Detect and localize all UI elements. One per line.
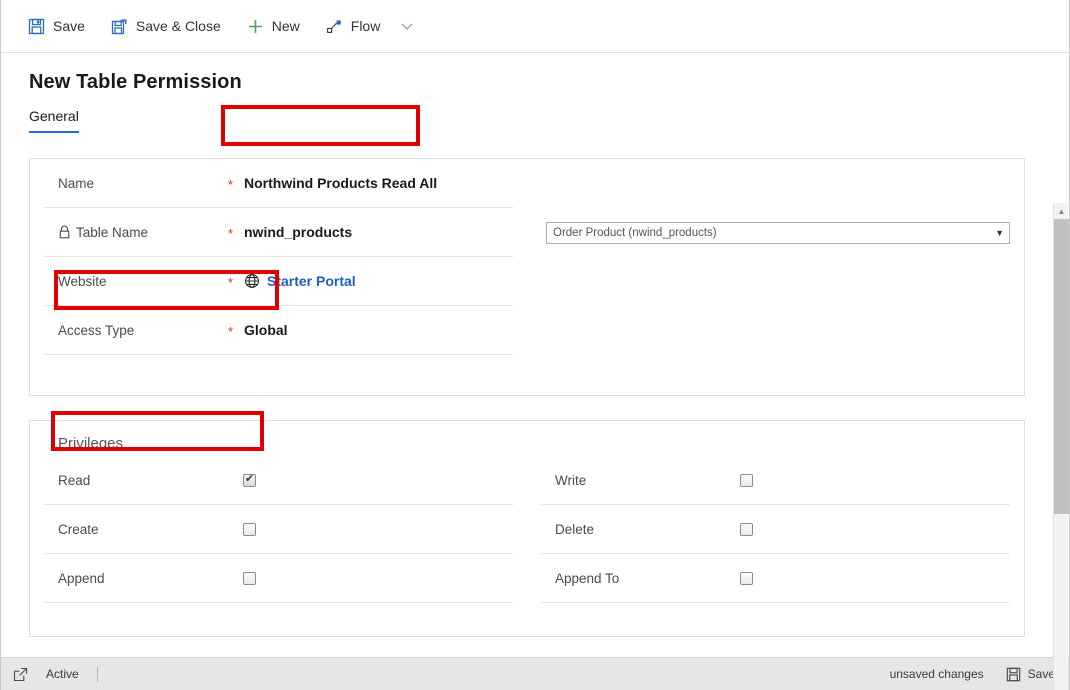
save-and-close-button-label: Save & Close bbox=[135, 17, 221, 34]
form-scroll-area: Name * Northwind Products Read All Table… bbox=[1, 158, 1069, 658]
unsaved-changes-label: unsaved changes bbox=[889, 667, 984, 681]
general-right-spacer-1 bbox=[541, 159, 1010, 208]
privilege-label-read: Read bbox=[58, 472, 91, 488]
privileges-section: Privileges Read ✔ Create Append Write De… bbox=[29, 420, 1025, 637]
form-page: New Table Permission General Name * Nort… bbox=[1, 53, 1069, 690]
page-title: New Table Permission bbox=[29, 71, 242, 93]
tab-general-label: General bbox=[29, 108, 79, 124]
new-button-label: New bbox=[271, 17, 300, 34]
field-label-table-name: Table Name bbox=[58, 225, 228, 240]
privilege-checkbox-append[interactable] bbox=[243, 571, 256, 585]
flow-button[interactable]: Flow bbox=[317, 10, 390, 42]
field-row-website: Website * Starter Portal bbox=[44, 257, 513, 306]
table-permission-form-window: Save Save & Close New Flow New Table Per… bbox=[0, 0, 1070, 690]
general-section-spacer bbox=[44, 355, 513, 404]
field-value-table-name-text: nwind_products bbox=[244, 224, 353, 240]
field-value-table-name[interactable]: nwind_products bbox=[244, 224, 352, 240]
privilege-row-create: Create bbox=[44, 505, 513, 554]
field-label-website: Website bbox=[58, 274, 228, 289]
field-row-access-type: Access Type * Global bbox=[44, 306, 513, 355]
privilege-checkbox-append-to[interactable] bbox=[740, 571, 753, 585]
table-name-lookup-value: Order Product (nwind_products) bbox=[553, 226, 717, 239]
required-marker-table-name: * bbox=[228, 225, 234, 241]
privilege-row-delete: Delete bbox=[541, 505, 1010, 554]
check-icon: ✔ bbox=[244, 473, 255, 485]
new-button[interactable]: New bbox=[238, 10, 309, 42]
plus-icon bbox=[247, 18, 264, 35]
save-and-close-icon bbox=[111, 18, 128, 35]
field-value-name[interactable]: Northwind Products Read All bbox=[244, 175, 437, 191]
privilege-label-append: Append bbox=[58, 570, 105, 586]
lock-icon bbox=[58, 225, 71, 239]
tab-general[interactable]: General bbox=[29, 108, 79, 133]
privilege-row-append-to: Append To bbox=[541, 554, 1010, 603]
privilege-checkbox-delete[interactable] bbox=[740, 522, 753, 536]
field-value-website[interactable]: Starter Portal bbox=[244, 273, 356, 289]
general-right-spacer-4 bbox=[541, 355, 1010, 404]
field-label-name-text: Name bbox=[58, 175, 95, 191]
status-divider bbox=[96, 666, 98, 682]
privileges-heading: Privileges bbox=[58, 435, 124, 452]
table-name-lookup[interactable]: Order Product (nwind_products) ▼ bbox=[546, 221, 1010, 244]
table-name-lookup-wrap: Order Product (nwind_products) ▼ bbox=[541, 208, 1010, 257]
status-save-button[interactable]: Save bbox=[1006, 667, 1055, 682]
privilege-label-delete: Delete bbox=[555, 521, 595, 537]
general-right-spacer-2 bbox=[541, 257, 1010, 306]
privilege-label-write: Write bbox=[555, 472, 587, 488]
field-label-access-type-text: Access Type bbox=[58, 322, 135, 338]
privilege-checkbox-create[interactable] bbox=[243, 522, 256, 536]
save-icon bbox=[1006, 667, 1021, 682]
open-in-new-window-icon bbox=[13, 667, 28, 682]
save-button[interactable]: Save bbox=[19, 10, 94, 42]
field-row-name: Name * Northwind Products Read All bbox=[44, 159, 513, 208]
command-bar: Save Save & Close New Flow bbox=[1, 0, 1069, 53]
globe-icon bbox=[244, 273, 260, 289]
record-state-label: Active bbox=[46, 667, 79, 681]
website-link[interactable]: Starter Portal bbox=[267, 273, 356, 289]
field-value-access-type-text: Global bbox=[244, 322, 288, 338]
required-marker-access-type: * bbox=[228, 323, 234, 339]
open-in-new-window-button[interactable] bbox=[13, 667, 28, 682]
privilege-label-create: Create bbox=[58, 521, 99, 537]
field-label-website-text: Website bbox=[58, 273, 107, 289]
privilege-label-append-to: Append To bbox=[555, 570, 620, 586]
save-button-label: Save bbox=[53, 17, 85, 34]
field-row-table-name: Table Name * nwind_products bbox=[44, 208, 513, 257]
status-save-label: Save bbox=[1027, 667, 1055, 681]
privilege-checkbox-read[interactable]: ✔ bbox=[243, 473, 256, 487]
field-value-name-text: Northwind Products Read All bbox=[244, 175, 438, 191]
scroll-up-arrow-icon[interactable]: ▲ bbox=[1054, 203, 1069, 219]
field-label-access-type: Access Type bbox=[58, 323, 228, 338]
tab-strip: General bbox=[1, 94, 1069, 133]
flow-button-label: Flow bbox=[350, 17, 381, 34]
save-and-close-button[interactable]: Save & Close bbox=[102, 10, 230, 42]
privilege-row-append: Append bbox=[44, 554, 513, 603]
required-marker-website: * bbox=[228, 274, 234, 290]
command-bar-overflow-button[interactable] bbox=[393, 10, 421, 42]
privilege-row-write: Write bbox=[541, 456, 1010, 505]
required-marker-name: * bbox=[228, 176, 234, 192]
scrollbar-thumb[interactable] bbox=[1054, 219, 1069, 514]
field-label-name: Name bbox=[58, 176, 228, 191]
field-label-table-name-text: Table Name bbox=[76, 224, 149, 240]
flow-icon bbox=[326, 18, 343, 35]
chevron-down-icon[interactable]: ▼ bbox=[995, 228, 1004, 238]
vertical-scrollbar[interactable]: ▲ ▼ bbox=[1053, 203, 1069, 690]
general-section: Name * Northwind Products Read All Table… bbox=[29, 158, 1025, 396]
privilege-row-read: Read ✔ bbox=[44, 456, 513, 505]
privilege-checkbox-write[interactable] bbox=[740, 473, 753, 487]
field-value-access-type[interactable]: Global bbox=[244, 322, 288, 338]
general-right-spacer-3 bbox=[541, 306, 1010, 355]
save-icon bbox=[28, 18, 45, 35]
chevron-down-icon bbox=[399, 18, 415, 34]
status-bar: Active unsaved changes Save bbox=[1, 657, 1069, 690]
